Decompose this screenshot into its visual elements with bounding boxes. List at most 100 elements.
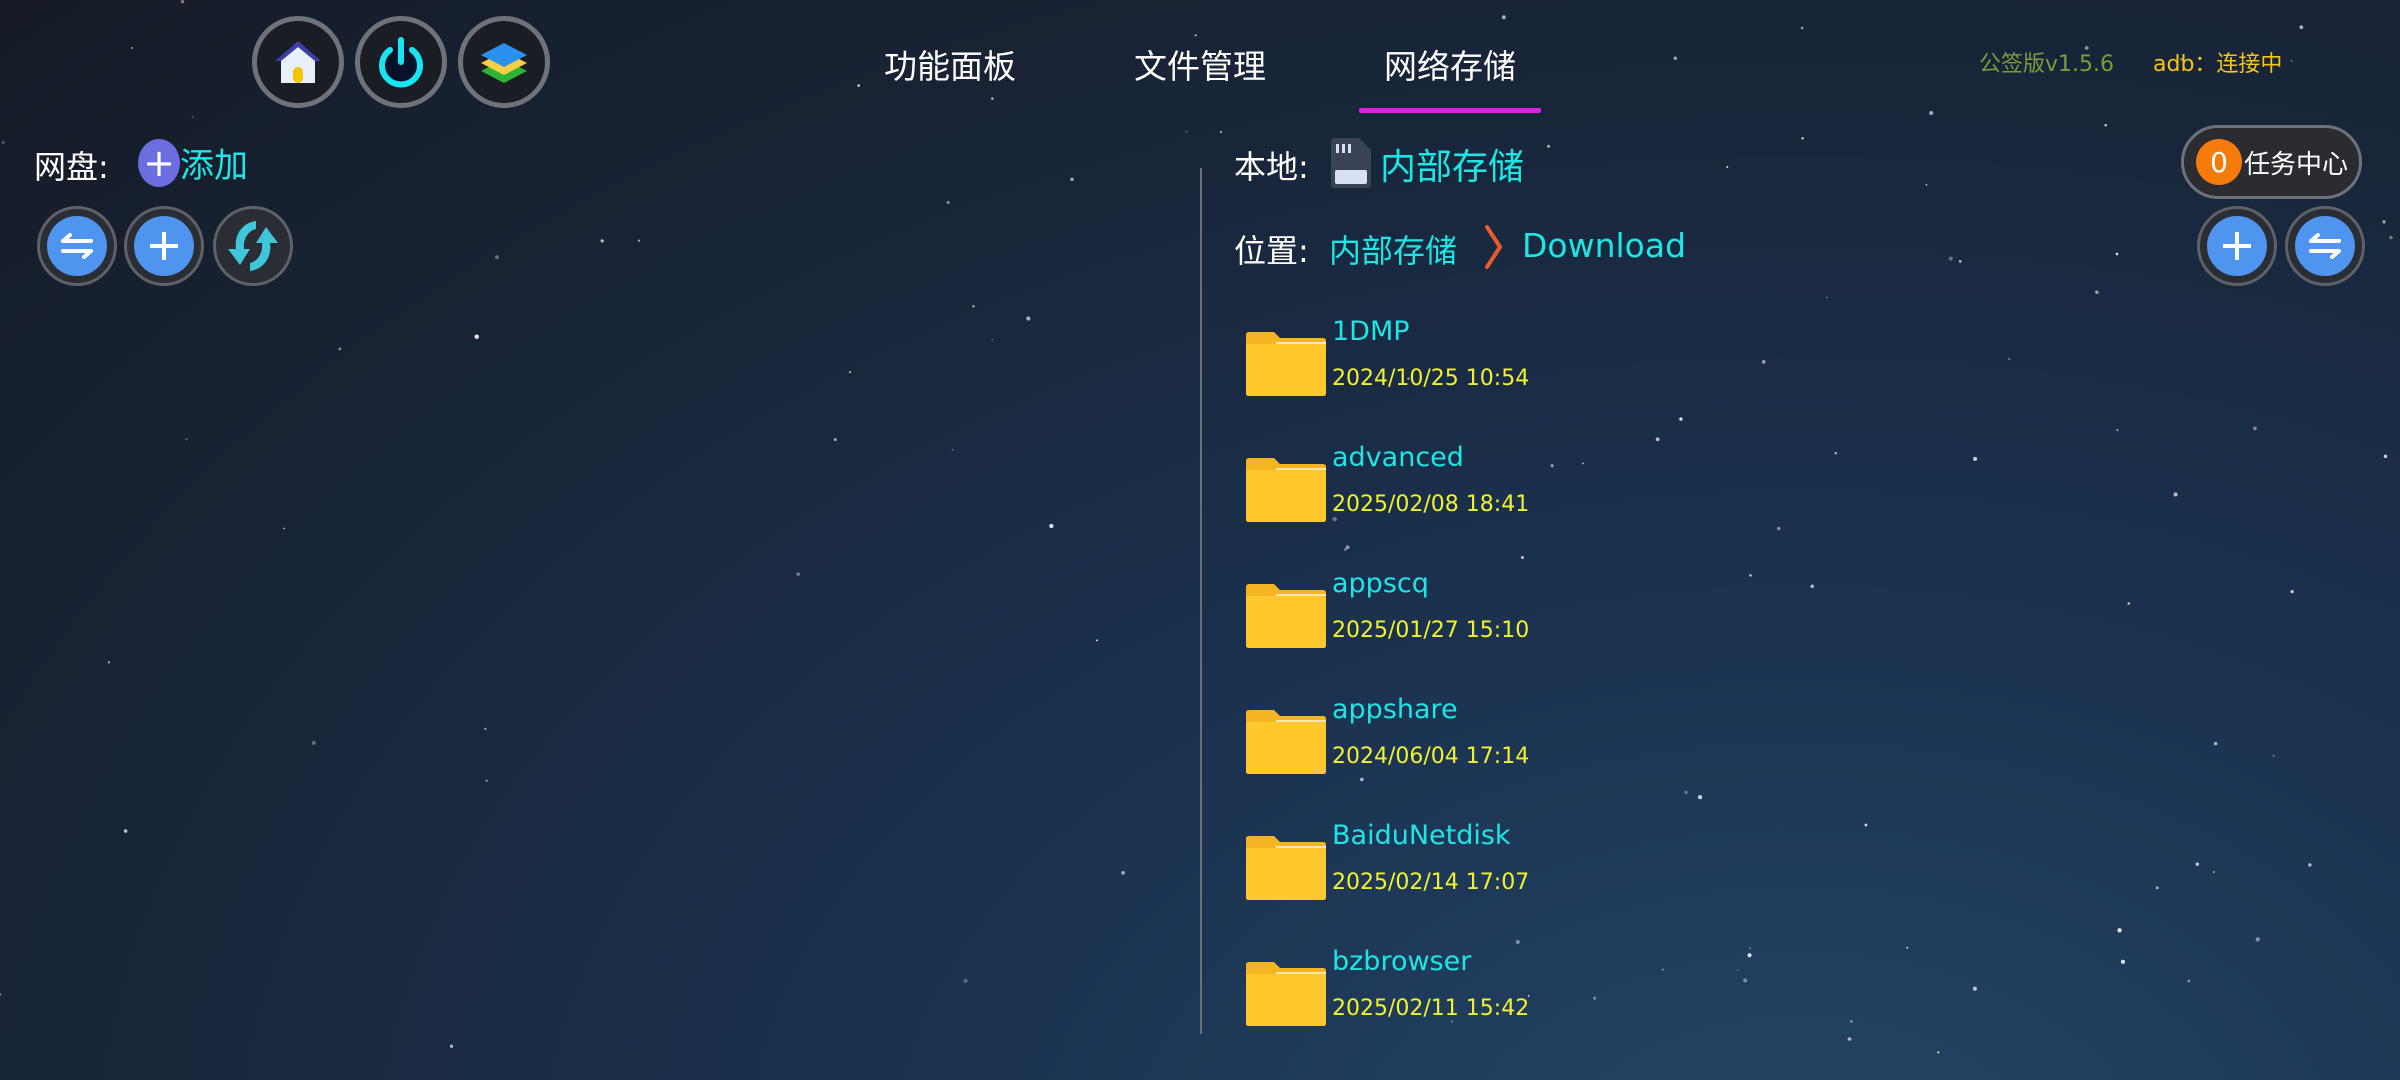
file-date: 2025/02/11 15:42 <box>1332 996 1530 1021</box>
star <box>857 84 860 87</box>
file-date: 2024/06/04 17:14 <box>1332 744 1530 769</box>
star <box>185 438 188 441</box>
star <box>1948 256 1953 261</box>
folder-icon <box>1246 584 1326 648</box>
star <box>833 438 837 442</box>
star <box>1847 1037 1852 1041</box>
star <box>951 448 954 451</box>
add-icon: + <box>138 138 180 187</box>
task-count-badge: 0 <box>2196 139 2242 185</box>
folder-icon <box>1246 836 1326 900</box>
star <box>495 255 499 260</box>
file-item[interactable]: bzbrowser 2025/02/11 15:42 <box>1246 946 1846 1070</box>
star <box>484 727 487 731</box>
add-netdisk-button[interactable]: + 添加 <box>138 138 248 187</box>
local-add-button[interactable] <box>2197 206 2277 286</box>
star <box>0 993 2 996</box>
swap-button[interactable] <box>37 206 117 286</box>
star <box>2290 590 2294 594</box>
add-icon <box>2223 232 2251 260</box>
star <box>1121 870 1125 875</box>
star <box>180 0 185 4</box>
file-name: bzbrowser <box>1332 946 1472 977</box>
star <box>2383 454 2388 459</box>
folder-icon <box>1246 962 1326 1026</box>
star <box>191 115 194 118</box>
file-item[interactable]: appshare 2024/06/04 17:14 <box>1246 694 1846 818</box>
storage-name[interactable]: 内部存储 <box>1380 138 1524 190</box>
star <box>1026 316 1031 321</box>
tab-network-storage[interactable]: 网络存储 <box>1384 40 1516 88</box>
star <box>1096 639 1099 642</box>
star <box>131 47 133 49</box>
star <box>2117 928 2122 933</box>
tab-file-management[interactable]: 文件管理 <box>1134 40 1266 88</box>
netdisk-label: 网盘: <box>34 148 109 186</box>
star <box>107 661 111 664</box>
star <box>1958 260 1962 263</box>
breadcrumb-root[interactable]: 内部存储 <box>1329 226 1457 272</box>
star <box>1849 1019 1853 1023</box>
layers-button[interactable] <box>458 16 550 108</box>
local-label: 本地: <box>1234 148 1309 186</box>
star <box>338 347 342 351</box>
panel-divider <box>1200 168 1202 1034</box>
star <box>1726 165 1729 168</box>
star <box>2104 123 2107 127</box>
layers-icon <box>481 43 527 83</box>
star <box>449 1044 454 1048</box>
star <box>485 779 488 782</box>
star <box>1049 523 1054 529</box>
tab-function-panel[interactable]: 功能面板 <box>884 40 1016 88</box>
star <box>2155 886 2159 890</box>
star <box>1749 574 1752 577</box>
star <box>1937 1051 1940 1054</box>
sync-icon <box>228 221 278 271</box>
star <box>2389 235 2393 240</box>
swap-icon <box>2309 233 2341 259</box>
star <box>637 239 641 242</box>
star <box>972 304 975 308</box>
star <box>2008 357 2011 360</box>
file-item[interactable]: BaiduNetdisk 2025/02/14 17:07 <box>1246 820 1846 944</box>
add-button[interactable] <box>124 206 204 286</box>
local-swap-button[interactable] <box>2285 206 2365 286</box>
star <box>283 527 285 530</box>
star <box>2253 426 2257 431</box>
sync-button[interactable] <box>213 206 293 286</box>
star <box>991 97 994 100</box>
star <box>1864 823 1868 827</box>
active-tab-indicator <box>1359 108 1541 113</box>
file-date: 2025/02/14 17:07 <box>1332 870 1530 895</box>
star <box>2127 602 2131 605</box>
star <box>2095 290 2099 294</box>
task-center-button[interactable]: 0 任务中心 <box>2181 125 2362 199</box>
star <box>2120 959 2125 964</box>
star <box>1925 183 1928 186</box>
star <box>1801 137 1804 140</box>
star <box>1219 130 1223 134</box>
file-item[interactable]: 1DMP 2024/10/25 10:54 <box>1246 316 1846 440</box>
power-button[interactable] <box>355 16 447 108</box>
star <box>2213 741 2218 746</box>
location-label: 位置: <box>1234 232 1309 270</box>
star <box>1747 953 1752 958</box>
breadcrumb-current[interactable]: Download <box>1522 226 1686 265</box>
star <box>1972 986 1977 991</box>
star <box>2115 252 2119 256</box>
file-name: 1DMP <box>1332 316 1410 347</box>
star <box>1673 56 1678 60</box>
home-button[interactable] <box>252 16 344 108</box>
star <box>1194 34 1197 37</box>
folder-icon <box>1246 332 1326 396</box>
file-item[interactable]: advanced 2025/02/08 18:41 <box>1246 442 1846 566</box>
folder-icon <box>1246 458 1326 522</box>
file-item[interactable]: appscq 2025/01/27 15:10 <box>1246 568 1846 692</box>
adb-status: adb：连接中 <box>2153 52 2283 77</box>
add-label: 添加 <box>180 146 248 186</box>
star <box>796 572 800 576</box>
add-icon <box>150 232 178 260</box>
breadcrumb-chevron-icon <box>1485 225 1503 269</box>
file-name: BaiduNetdisk <box>1332 820 1511 851</box>
star <box>2116 429 2119 432</box>
